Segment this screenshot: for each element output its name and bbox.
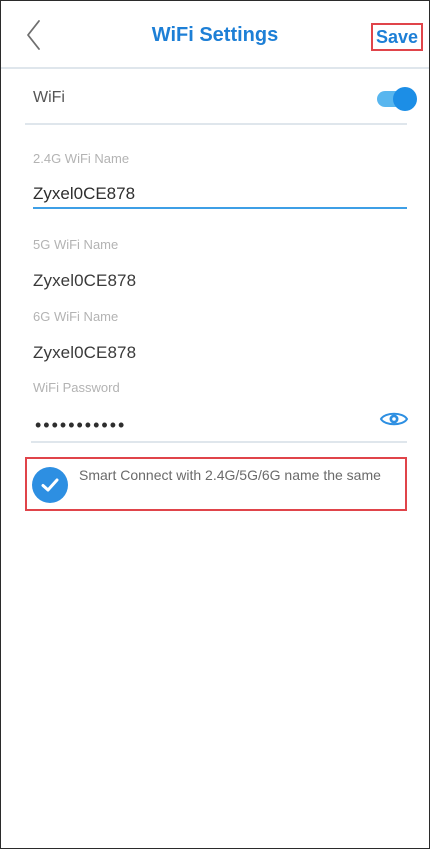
- wifi-label: WiFi: [33, 89, 65, 106]
- eye-icon: [379, 412, 409, 426]
- password-label: WiFi Password: [33, 380, 120, 395]
- smart-connect-option[interactable]: Smart Connect with 2.4G/5G/6G name the s…: [25, 457, 407, 511]
- show-password-button[interactable]: [379, 407, 409, 431]
- save-button[interactable]: Save: [370, 23, 423, 51]
- wifi-toggle-row: WiFi: [25, 69, 417, 125]
- wifi-settings-screen: WiFi Settings Save WiFi 2.4G WiFi Name 5…: [0, 0, 430, 849]
- toggle-knob: [393, 87, 417, 111]
- top-app-bar: WiFi Settings Save: [1, 1, 429, 69]
- smart-connect-text: Smart Connect with 2.4G/5G/6G name the s…: [79, 467, 381, 483]
- checkmark-icon: [41, 478, 59, 492]
- name-5g-label: 5G WiFi Name: [33, 237, 119, 252]
- check-circle-icon: [32, 467, 68, 503]
- password-value: •••••••••••: [35, 415, 127, 435]
- name-6g-value: Zyxel0CE878: [33, 343, 137, 362]
- chevron-left-icon: [27, 20, 40, 50]
- page-title: WiFi Settings: [151, 24, 279, 46]
- wifi-toggle[interactable]: [377, 87, 417, 111]
- name-6g-label: 6G WiFi Name: [33, 309, 119, 324]
- password-field[interactable]: •••••••••••: [31, 407, 409, 443]
- name-24g-label: 2.4G WiFi Name: [33, 151, 130, 166]
- back-button[interactable]: [23, 18, 49, 52]
- name-5g-value: Zyxel0CE878: [33, 271, 137, 290]
- name-24g-input[interactable]: [33, 181, 407, 209]
